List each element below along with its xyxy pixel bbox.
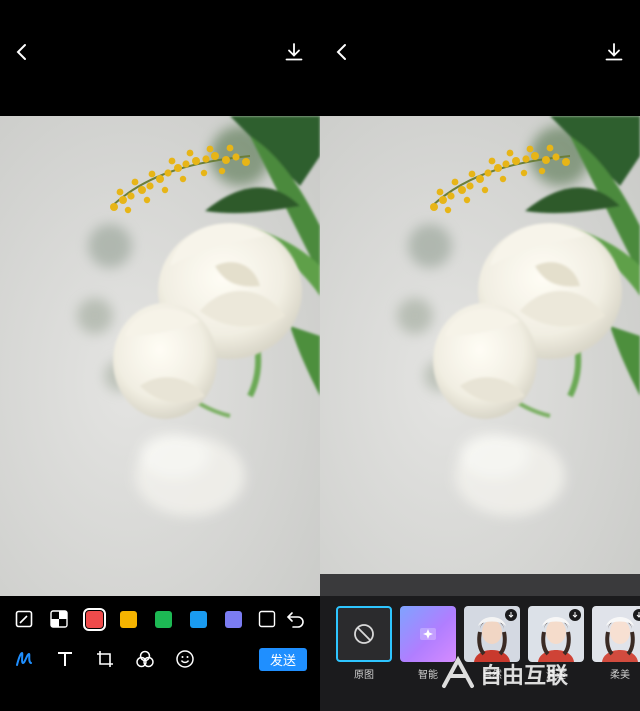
download-icon [605, 43, 623, 61]
top-bar [0, 0, 320, 116]
edit-button[interactable] [13, 608, 35, 630]
filter-thumb [528, 606, 584, 662]
edit-icon [15, 610, 33, 628]
swatch-red [82, 607, 106, 631]
svg-text:自由互联: 自由互联 [480, 663, 568, 689]
text-button[interactable] [54, 648, 76, 670]
doodle-button[interactable] [13, 648, 35, 670]
mosaic-icon [50, 610, 68, 628]
sticker-icon [176, 650, 194, 668]
photo-preview [0, 116, 320, 596]
flower-photo [320, 116, 640, 596]
edit-toolbar: 发送 [0, 596, 320, 711]
download-badge [505, 609, 517, 621]
swatch-blue [189, 610, 207, 628]
crop-button[interactable] [94, 648, 116, 670]
chevron-left-icon [16, 44, 26, 60]
filter-thumb [400, 606, 456, 662]
undo-button[interactable] [285, 608, 307, 630]
chevron-left-icon [336, 44, 346, 60]
color-purple[interactable] [222, 608, 244, 630]
color-red[interactable] [82, 607, 106, 631]
download-badge [633, 609, 640, 621]
watermark-logo-mark: 自由互联 [442, 655, 568, 689]
send-button[interactable]: 发送 [259, 648, 307, 671]
sparkle-icon [420, 628, 436, 640]
watermark-logo: 自由互联 [436, 655, 636, 692]
filter-bar: 原图 智能 自然 清透 柔美 [320, 596, 640, 711]
download-icon [636, 612, 640, 618]
filter-thumb [464, 606, 520, 662]
undo-icon [286, 612, 304, 628]
crop-icon [97, 651, 113, 667]
top-bar [320, 0, 640, 116]
sticker-button[interactable] [174, 648, 196, 670]
download-button[interactable] [600, 38, 628, 66]
download-button[interactable] [280, 38, 308, 66]
doodle-icon [16, 651, 32, 666]
rectangle-button[interactable] [256, 608, 278, 630]
swatch-green [154, 610, 172, 628]
filter-bar-handle [320, 574, 640, 596]
back-button[interactable] [8, 38, 36, 66]
text-icon [58, 652, 72, 666]
download-icon [285, 43, 303, 61]
download-icon [508, 612, 514, 618]
filter-original[interactable]: 原图 [336, 606, 394, 681]
filter-button[interactable] [134, 648, 156, 670]
toolbar-row-1 [0, 607, 320, 632]
download-badge [569, 609, 581, 621]
photo-preview [320, 116, 640, 596]
no-filter-icon [354, 624, 374, 644]
color-yellow[interactable] [117, 608, 139, 630]
filter-thumb [592, 606, 640, 662]
swatch-yellow [119, 610, 137, 628]
filter-label: 原图 [354, 670, 374, 681]
color-green[interactable] [152, 608, 174, 630]
mosaic-button[interactable] [48, 608, 70, 630]
rectangle-icon [258, 610, 276, 628]
filter-icon [136, 650, 154, 668]
swatch-purple [224, 610, 242, 628]
editor-panel-left: 发送 [0, 0, 320, 711]
flower-photo [0, 116, 320, 596]
back-button[interactable] [328, 38, 356, 66]
color-blue[interactable] [187, 608, 209, 630]
download-icon [572, 612, 578, 618]
editor-panel-right: 原图 智能 自然 清透 柔美 [320, 0, 640, 711]
filter-thumb [336, 606, 392, 662]
